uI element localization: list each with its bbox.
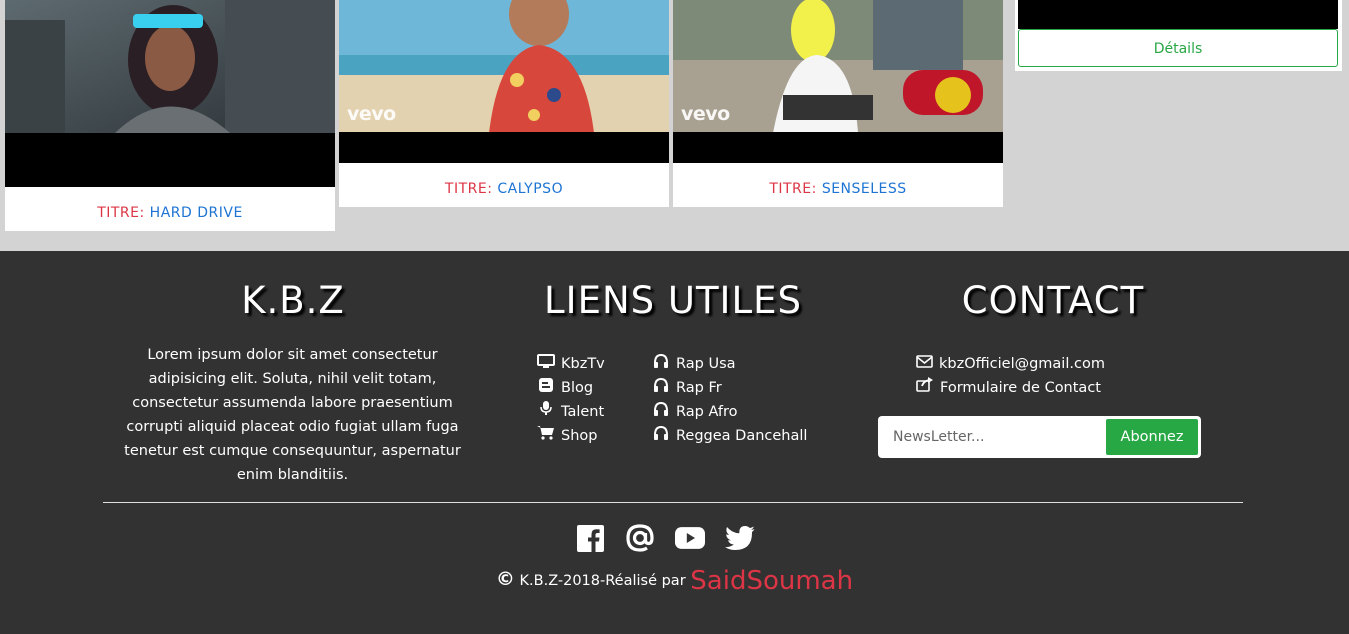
- video-title[interactable]: TITRE: SENSELESS: [673, 181, 1003, 197]
- links-list-left: KbzTv Blog Talent Shop: [537, 352, 605, 448]
- links-list-right: Rap Usa Rap Fr Rap Afro Reggea Dancehall: [652, 352, 807, 448]
- author-link[interactable]: SaidSoumah: [690, 566, 853, 596]
- video-title[interactable]: TITRE: HARD DRIVE: [5, 205, 335, 221]
- contact-form-link[interactable]: Formulaire de Contact: [916, 376, 1105, 400]
- contact-email[interactable]: kbzOfficiel@gmail.com: [916, 352, 1105, 376]
- video-card[interactable]: vevo TITRE: SENSELESS: [673, 0, 1003, 207]
- footer-link-kbztv[interactable]: KbzTv: [537, 352, 605, 376]
- footer-link-rap-afro[interactable]: Rap Afro: [652, 400, 807, 424]
- microphone-icon: [537, 400, 555, 424]
- social-links: [575, 523, 755, 553]
- footer-link-shop[interactable]: Shop: [537, 424, 605, 448]
- links-title: LIENS UTILES: [544, 279, 802, 322]
- footer-divider: [103, 502, 1243, 503]
- headphones-icon: [652, 424, 670, 448]
- headphones-icon: [652, 400, 670, 424]
- twitter-icon[interactable]: [725, 523, 755, 553]
- newsletter-form: Abonnez: [878, 416, 1201, 458]
- contact-list: kbzOfficiel@gmail.com Formulaire de Cont…: [916, 352, 1105, 400]
- copyright-text: K.B.Z-2018-Réalisé par: [519, 573, 686, 589]
- footer-link-reggea-dancehall[interactable]: Reggea Dancehall: [652, 424, 807, 448]
- video-thumbnail[interactable]: vevo: [339, 0, 669, 163]
- thumbnail-image: [5, 0, 335, 133]
- contact-title: CONTACT: [961, 279, 1145, 322]
- facebook-icon[interactable]: [575, 523, 605, 553]
- footer-link-rap-usa[interactable]: Rap Usa: [652, 352, 807, 376]
- brand-title: K.B.Z: [241, 279, 345, 322]
- tv-icon: [537, 352, 555, 376]
- youtube-icon[interactable]: [675, 523, 705, 553]
- vevo-watermark: vevo: [681, 103, 730, 125]
- video-title[interactable]: TITRE: CALYPSO: [339, 181, 669, 197]
- footer-link-talent[interactable]: Talent: [537, 400, 605, 424]
- at-icon[interactable]: [625, 523, 655, 553]
- headphones-icon: [652, 376, 670, 400]
- site-footer: K.B.Z Lorem ipsum dolor sit amet consect…: [0, 251, 1349, 634]
- blog-icon: [537, 376, 555, 400]
- details-button[interactable]: Détails: [1018, 29, 1338, 67]
- copyright: © K.B.Z-2018-Réalisé par SaidSoumah: [0, 566, 1349, 596]
- video-thumbnail[interactable]: [1018, 0, 1338, 29]
- subscribe-button[interactable]: Abonnez: [1106, 419, 1198, 455]
- cart-icon: [537, 424, 555, 448]
- brand-description: Lorem ipsum dolor sit amet consectetur a…: [124, 347, 461, 483]
- video-card[interactable]: TITRE: HARD DRIVE: [5, 0, 335, 231]
- vevo-watermark: vevo: [347, 103, 396, 125]
- envelope-icon: [916, 352, 933, 376]
- headphones-icon: [652, 352, 670, 376]
- video-thumbnail[interactable]: [5, 0, 335, 187]
- footer-link-rap-fr[interactable]: Rap Fr: [652, 376, 807, 400]
- video-card[interactable]: vevo TITRE: CALYPSO: [339, 0, 669, 207]
- share-icon: [916, 376, 934, 400]
- footer-link-blog[interactable]: Blog: [537, 376, 605, 400]
- copyright-icon: ©: [495, 568, 515, 590]
- video-grid: TITRE: HARD DRIVE vevo TITRE: CALYPSO ve…: [0, 0, 1349, 251]
- video-thumbnail[interactable]: vevo: [673, 0, 1003, 163]
- newsletter-input[interactable]: [881, 420, 1106, 454]
